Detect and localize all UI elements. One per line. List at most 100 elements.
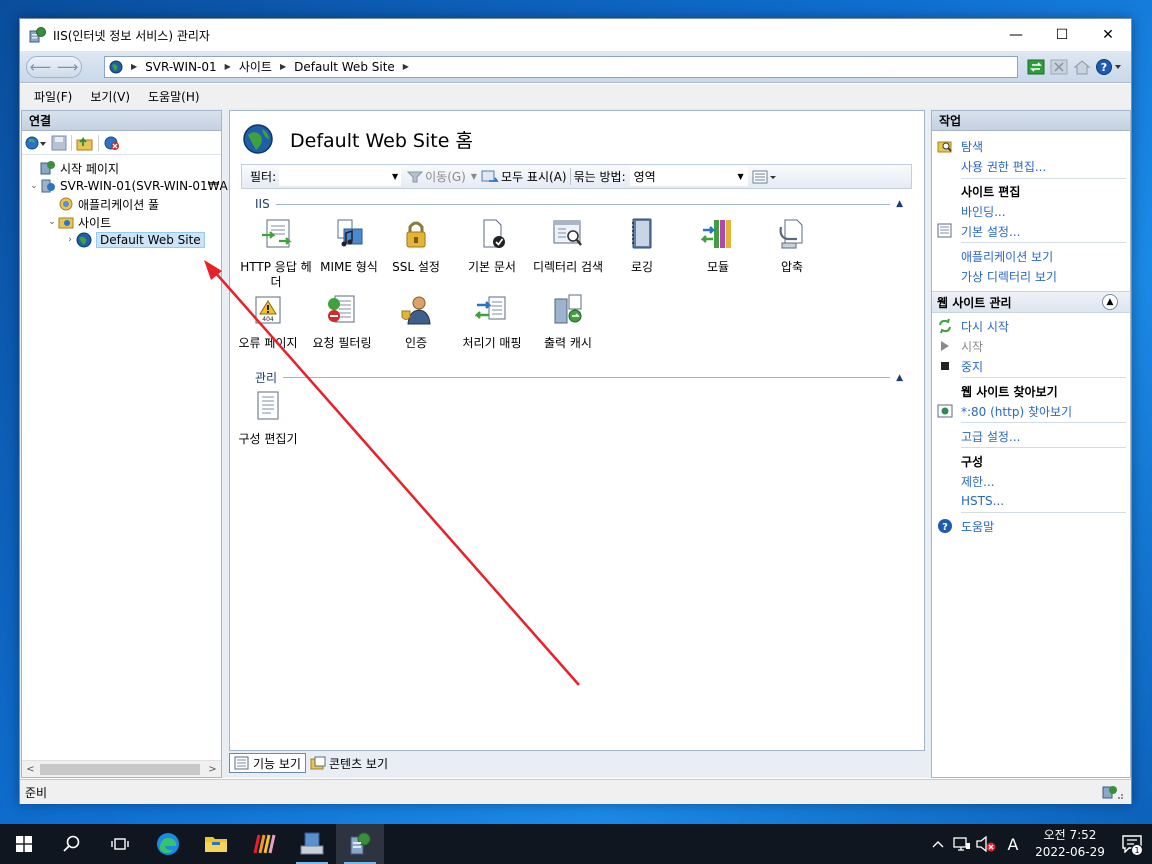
help-icon: ? xyxy=(938,519,952,533)
feature-error-pages[interactable]: 404 오류 페이지 xyxy=(230,293,306,351)
close-button[interactable]: ✕ xyxy=(1085,19,1131,51)
mime-types-icon xyxy=(337,219,363,247)
browse-80-link[interactable]: *:80 (http) 찾아보기 xyxy=(937,402,1072,420)
feature-configuration-editor[interactable]: 구성 편집기 xyxy=(230,389,306,447)
tree-item-default-web-site[interactable]: › Default Web Site xyxy=(64,231,205,249)
help-icon[interactable]: ? xyxy=(1095,57,1123,77)
clock[interactable]: 오전 7:52 2022-06-29 xyxy=(1028,827,1112,861)
minimize-button[interactable]: — xyxy=(993,19,1039,51)
save-icon[interactable] xyxy=(51,135,67,151)
up-level-icon[interactable] xyxy=(76,135,94,151)
chevron-down-icon[interactable]: ⌄ xyxy=(28,181,40,191)
chevron-down-icon[interactable]: ▼ xyxy=(392,172,398,181)
chevron-right-icon[interactable]: ▶ xyxy=(280,62,286,71)
menu-help[interactable]: 도움말(H) xyxy=(148,88,200,105)
chevron-down-icon[interactable]: ▼ xyxy=(737,172,743,181)
back-arrow-icon[interactable]: ⟵ xyxy=(30,58,52,76)
search-button[interactable] xyxy=(48,824,96,864)
view-mode-icon[interactable] xyxy=(752,169,778,185)
notification-center-button[interactable]: 1 xyxy=(1112,824,1152,864)
chevron-up-icon[interactable] xyxy=(926,824,950,864)
advanced-settings-link[interactable]: 고급 설정... xyxy=(961,427,1020,445)
show-all-button[interactable]: 모두 표시(A) xyxy=(501,168,567,185)
tree-item-app-pools[interactable]: 애플리케이션 풀 xyxy=(58,195,159,213)
task-view-button[interactable] xyxy=(96,824,144,864)
feature-authentication[interactable]: 인증 xyxy=(378,293,454,351)
network-icon[interactable] xyxy=(950,824,974,864)
limits-link[interactable]: 제한... xyxy=(961,472,995,490)
divider xyxy=(961,377,1126,378)
breadcrumb-site[interactable]: Default Web Site xyxy=(294,60,395,74)
feature-logging[interactable]: 로깅 xyxy=(604,217,680,275)
home-icon[interactable] xyxy=(1072,57,1092,77)
chevron-right-icon[interactable]: ▶ xyxy=(225,62,231,71)
feature-http-response-headers[interactable]: HTTP 응답 헤더 xyxy=(238,217,314,290)
horizontal-scrollbar[interactable]: < > xyxy=(22,760,221,777)
taskbar-file-explorer[interactable] xyxy=(192,824,240,864)
section-iis[interactable]: IIS ▲ xyxy=(255,197,903,211)
chevron-up-icon[interactable]: ▲ xyxy=(896,199,903,209)
tab-content-view[interactable]: 콘텐츠 보기 xyxy=(306,753,392,773)
scroll-right-icon[interactable]: > xyxy=(204,764,221,775)
edit-permissions-link[interactable]: 사용 권한 편집... xyxy=(961,157,1046,175)
view-applications-link[interactable]: 애플리케이션 보기 xyxy=(961,247,1053,265)
tree-item-start-page[interactable]: 시작 페이지 xyxy=(40,159,119,177)
breadcrumb-server[interactable]: SVR-WIN-01 xyxy=(145,60,217,74)
go-button[interactable]: 이동(G) xyxy=(425,168,466,185)
feature-default-document[interactable]: 기본 문서 xyxy=(454,217,530,275)
basic-settings-link[interactable]: 기본 설정... xyxy=(937,222,1020,240)
svg-text:?: ? xyxy=(942,522,948,533)
chevron-right-icon[interactable]: › xyxy=(64,235,76,245)
tree-item-server[interactable]: ⌄ SVR-WIN-01(SVR-WIN-01₩A xyxy=(28,177,228,195)
chevron-down-icon[interactable]: ▼ xyxy=(471,172,477,181)
chevron-right-icon[interactable]: ▶ xyxy=(131,62,137,71)
help-link[interactable]: ? 도움말 xyxy=(937,517,994,535)
hsts-link[interactable]: HSTS... xyxy=(961,492,1004,510)
scrollbar-thumb[interactable] xyxy=(40,763,200,775)
breadcrumb[interactable]: ▶ SVR-WIN-01 ▶ 사이트 ▶ Default Web Site ▶ xyxy=(104,55,1018,78)
refresh-icon[interactable] xyxy=(1026,57,1046,77)
speaker-muted-icon[interactable] xyxy=(974,824,998,864)
feature-output-caching[interactable]: 출력 캐시 xyxy=(530,293,606,351)
stop-link[interactable]: 중지 xyxy=(937,357,983,375)
group-by-select[interactable]: 영역 ▼ xyxy=(629,167,748,186)
start-link[interactable]: 시작 xyxy=(937,337,983,355)
input-method-indicator[interactable]: A xyxy=(998,824,1028,864)
feature-request-filtering[interactable]: 요청 필터링 xyxy=(304,293,380,351)
chevron-down-icon[interactable]: ⌄ xyxy=(46,217,58,227)
title-bar[interactable]: IIS(인터넷 정보 서비스) 관리자 — ☐ ✕ xyxy=(20,19,1131,51)
feature-mime-types[interactable]: MIME 형식 xyxy=(311,217,387,275)
taskbar-server-manager[interactable] xyxy=(288,824,336,864)
tab-features-view[interactable]: 기능 보기 xyxy=(229,753,306,773)
directory-browsing-icon xyxy=(553,220,582,246)
taskbar-edge[interactable] xyxy=(144,824,192,864)
taskbar-app-stripes[interactable] xyxy=(240,824,288,864)
maximize-button[interactable]: ☐ xyxy=(1039,19,1085,51)
bindings-link[interactable]: 바인딩... xyxy=(961,202,1006,220)
forward-arrow-icon[interactable]: ⟶ xyxy=(57,58,79,76)
menu-view[interactable]: 보기(V) xyxy=(90,88,130,105)
menu-file[interactable]: 파일(F) xyxy=(34,88,72,105)
manage-website-header[interactable]: 웹 사이트 관리 ▲ xyxy=(932,291,1130,313)
feature-directory-browsing[interactable]: 디렉터리 검색 xyxy=(530,217,606,275)
tree-item-sites[interactable]: ⌄ 사이트 xyxy=(46,213,111,231)
feature-ssl-settings[interactable]: SSL 설정 xyxy=(378,217,454,275)
chevron-up-icon[interactable]: ▲ xyxy=(1102,294,1118,310)
stop-icon[interactable] xyxy=(1049,57,1069,77)
chevron-up-icon[interactable]: ▲ xyxy=(896,373,903,383)
section-management[interactable]: 관리 ▲ xyxy=(255,369,903,386)
restart-link[interactable]: 다시 시작 xyxy=(937,317,1009,335)
feature-compression[interactable]: 압축 xyxy=(754,217,830,275)
breadcrumb-sites[interactable]: 사이트 xyxy=(239,58,272,75)
connect-icon[interactable] xyxy=(25,135,47,151)
taskbar-iis-manager[interactable] xyxy=(336,824,384,864)
disconnect-icon[interactable] xyxy=(103,135,121,151)
chevron-right-icon[interactable]: ▶ xyxy=(403,62,409,71)
scroll-left-icon[interactable]: < xyxy=(22,764,39,775)
feature-modules[interactable]: 모듈 xyxy=(680,217,756,275)
feature-handler-mappings[interactable]: 처리기 매핑 xyxy=(454,293,530,351)
view-virtual-directories-link[interactable]: 가상 디렉터리 보기 xyxy=(961,267,1057,285)
start-button[interactable] xyxy=(0,824,48,864)
explore-link[interactable]: 탐색 xyxy=(937,137,983,155)
filter-input[interactable]: ▼ xyxy=(279,167,402,186)
